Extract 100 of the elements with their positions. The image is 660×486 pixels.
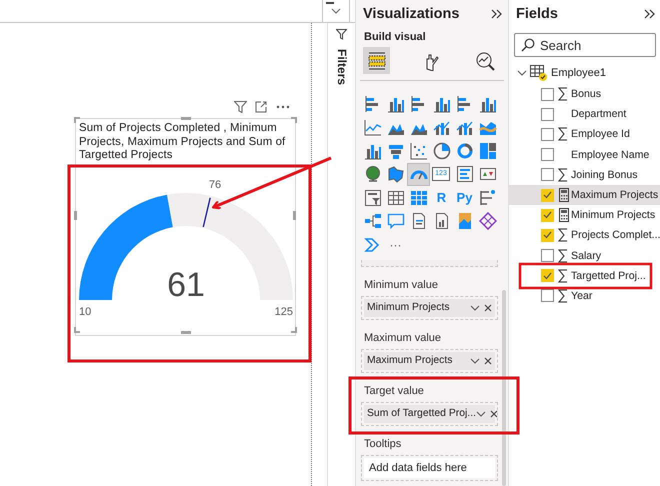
checkmark-icon bbox=[543, 231, 552, 240]
filter-icon[interactable] bbox=[234, 101, 247, 113]
checkbox[interactable] bbox=[541, 88, 554, 101]
chevron-down-icon[interactable] bbox=[517, 68, 527, 78]
checkbox[interactable] bbox=[541, 249, 554, 262]
minimum-label: 10 bbox=[79, 306, 92, 318]
pane-title: Fields bbox=[516, 6, 558, 22]
pane-title: Visualizations bbox=[363, 6, 460, 22]
checkbox[interactable] bbox=[541, 269, 554, 282]
diamond-icon bbox=[478, 212, 496, 230]
checkbox[interactable] bbox=[541, 188, 554, 202]
chevron-down-icon[interactable] bbox=[470, 358, 480, 364]
field-pill[interactable]: Sum of Targetted Proj... bbox=[364, 404, 495, 422]
field-name[interactable]: Minimum Projects bbox=[571, 209, 656, 222]
close-icon[interactable] bbox=[490, 410, 498, 418]
field-name[interactable]: Joining Bonus bbox=[571, 168, 638, 181]
visual-type-button[interactable] bbox=[362, 187, 383, 208]
filled-map-icon bbox=[386, 165, 404, 183]
checkmark-icon bbox=[543, 211, 552, 220]
expand-icon[interactable] bbox=[491, 9, 502, 19]
sigma-icon bbox=[558, 87, 568, 102]
visual-type-button[interactable]: ··· bbox=[385, 234, 406, 255]
decomposition-tree-icon bbox=[364, 212, 382, 230]
field-name[interactable]: Maximum Projects bbox=[571, 189, 658, 202]
checkmark-icon bbox=[543, 191, 552, 200]
kpi-icon bbox=[478, 165, 496, 183]
speech-bubble-icon bbox=[386, 212, 404, 230]
field-name[interactable]: Department bbox=[571, 108, 626, 120]
field-pill[interactable]: Maximum Projects bbox=[364, 352, 495, 370]
field-name[interactable]: Bonus bbox=[571, 88, 602, 100]
close-icon[interactable] bbox=[484, 304, 492, 312]
sigma-icon bbox=[558, 248, 568, 263]
calculator-icon bbox=[558, 188, 568, 202]
scatter-chart-icon bbox=[410, 142, 428, 160]
checkbox[interactable] bbox=[541, 228, 554, 242]
search-box[interactable]: Search bbox=[514, 33, 656, 57]
visual-type-button[interactable] bbox=[431, 140, 452, 161]
visual-mode-tab[interactable] bbox=[363, 47, 390, 74]
checkmark-icon bbox=[543, 272, 552, 280]
well-label: Target value bbox=[363, 384, 425, 398]
table-icon bbox=[530, 65, 548, 81]
visual-type-button[interactable] bbox=[477, 210, 498, 232]
chevron-down-icon[interactable] bbox=[476, 410, 486, 416]
sigma-icon bbox=[558, 288, 568, 303]
visual-type-button[interactable] bbox=[454, 164, 475, 184]
checkbox[interactable] bbox=[541, 168, 554, 182]
field-name[interactable]: Targetted Proj... bbox=[571, 270, 646, 282]
treemap-icon bbox=[478, 142, 496, 160]
well-label: Tooltips bbox=[363, 436, 402, 452]
chevron-down-icon bbox=[331, 8, 341, 14]
field-pill[interactable]: Minimum Projects bbox=[364, 298, 495, 316]
section-label: Build visual bbox=[363, 30, 427, 43]
well-label: Minimum value bbox=[363, 278, 439, 292]
slicer-icon bbox=[364, 188, 382, 206]
more-options-icon[interactable] bbox=[276, 105, 290, 109]
drop-field[interactable]: Add data fields here bbox=[364, 458, 495, 478]
field-name[interactable]: Employee Name bbox=[571, 148, 650, 161]
field-name[interactable]: Projects Complet... bbox=[571, 229, 660, 242]
key-influencers-icon bbox=[478, 188, 496, 206]
visual-type-button[interactable] bbox=[408, 140, 429, 161]
expand-icon[interactable] bbox=[644, 9, 654, 19]
sigma-icon bbox=[558, 268, 568, 283]
field-row[interactable]: Maximum Projects bbox=[509, 184, 660, 206]
fields-well-icon bbox=[366, 50, 386, 70]
checkbox[interactable] bbox=[541, 148, 554, 162]
visual-title: Sum of Projects Completed , Minimum Projects, Maximum Projects and Sum of Targetted Projects bbox=[78, 121, 286, 162]
chevron-down-icon[interactable] bbox=[470, 304, 480, 310]
checkbox[interactable] bbox=[541, 289, 554, 302]
table-icon bbox=[386, 188, 404, 206]
table-name[interactable]: Employee1 bbox=[551, 67, 606, 79]
chevron-icon bbox=[364, 236, 382, 254]
field-name[interactable]: Year bbox=[571, 290, 592, 302]
filter-icon[interactable] bbox=[336, 29, 347, 40]
search-icon bbox=[521, 38, 535, 52]
calculator-icon bbox=[558, 208, 568, 222]
sigma-icon bbox=[558, 228, 568, 242]
line-chart-icon bbox=[364, 118, 382, 136]
matrix-icon bbox=[410, 188, 428, 206]
visual-type-button[interactable] bbox=[477, 140, 498, 161]
checkbox[interactable] bbox=[541, 108, 554, 121]
search-field[interactable]: Search bbox=[540, 38, 640, 52]
field-name[interactable]: Employee Id bbox=[571, 128, 630, 140]
gauge-value: 61 bbox=[167, 266, 205, 304]
dropdown-button[interactable] bbox=[322, 0, 350, 22]
multi-row-card-icon bbox=[456, 165, 474, 183]
focus-mode-icon[interactable] bbox=[255, 101, 268, 113]
pie-chart-icon bbox=[432, 142, 450, 160]
filters-tab[interactable]: Filters bbox=[334, 49, 348, 85]
close-icon[interactable] bbox=[484, 356, 492, 364]
donut-chart-icon bbox=[456, 142, 474, 160]
well-label: Maximum value bbox=[363, 330, 442, 346]
checkbox[interactable] bbox=[541, 128, 554, 141]
maximum-label: 125 bbox=[274, 306, 293, 318]
globe-icon bbox=[364, 165, 382, 183]
magnifier-chart-icon bbox=[474, 50, 494, 70]
visual-type-button[interactable] bbox=[408, 164, 429, 184]
sigma-icon bbox=[558, 168, 568, 182]
target-label: 76 bbox=[208, 178, 222, 191]
field-name[interactable]: Salary bbox=[571, 250, 602, 262]
checkbox[interactable] bbox=[541, 208, 554, 222]
